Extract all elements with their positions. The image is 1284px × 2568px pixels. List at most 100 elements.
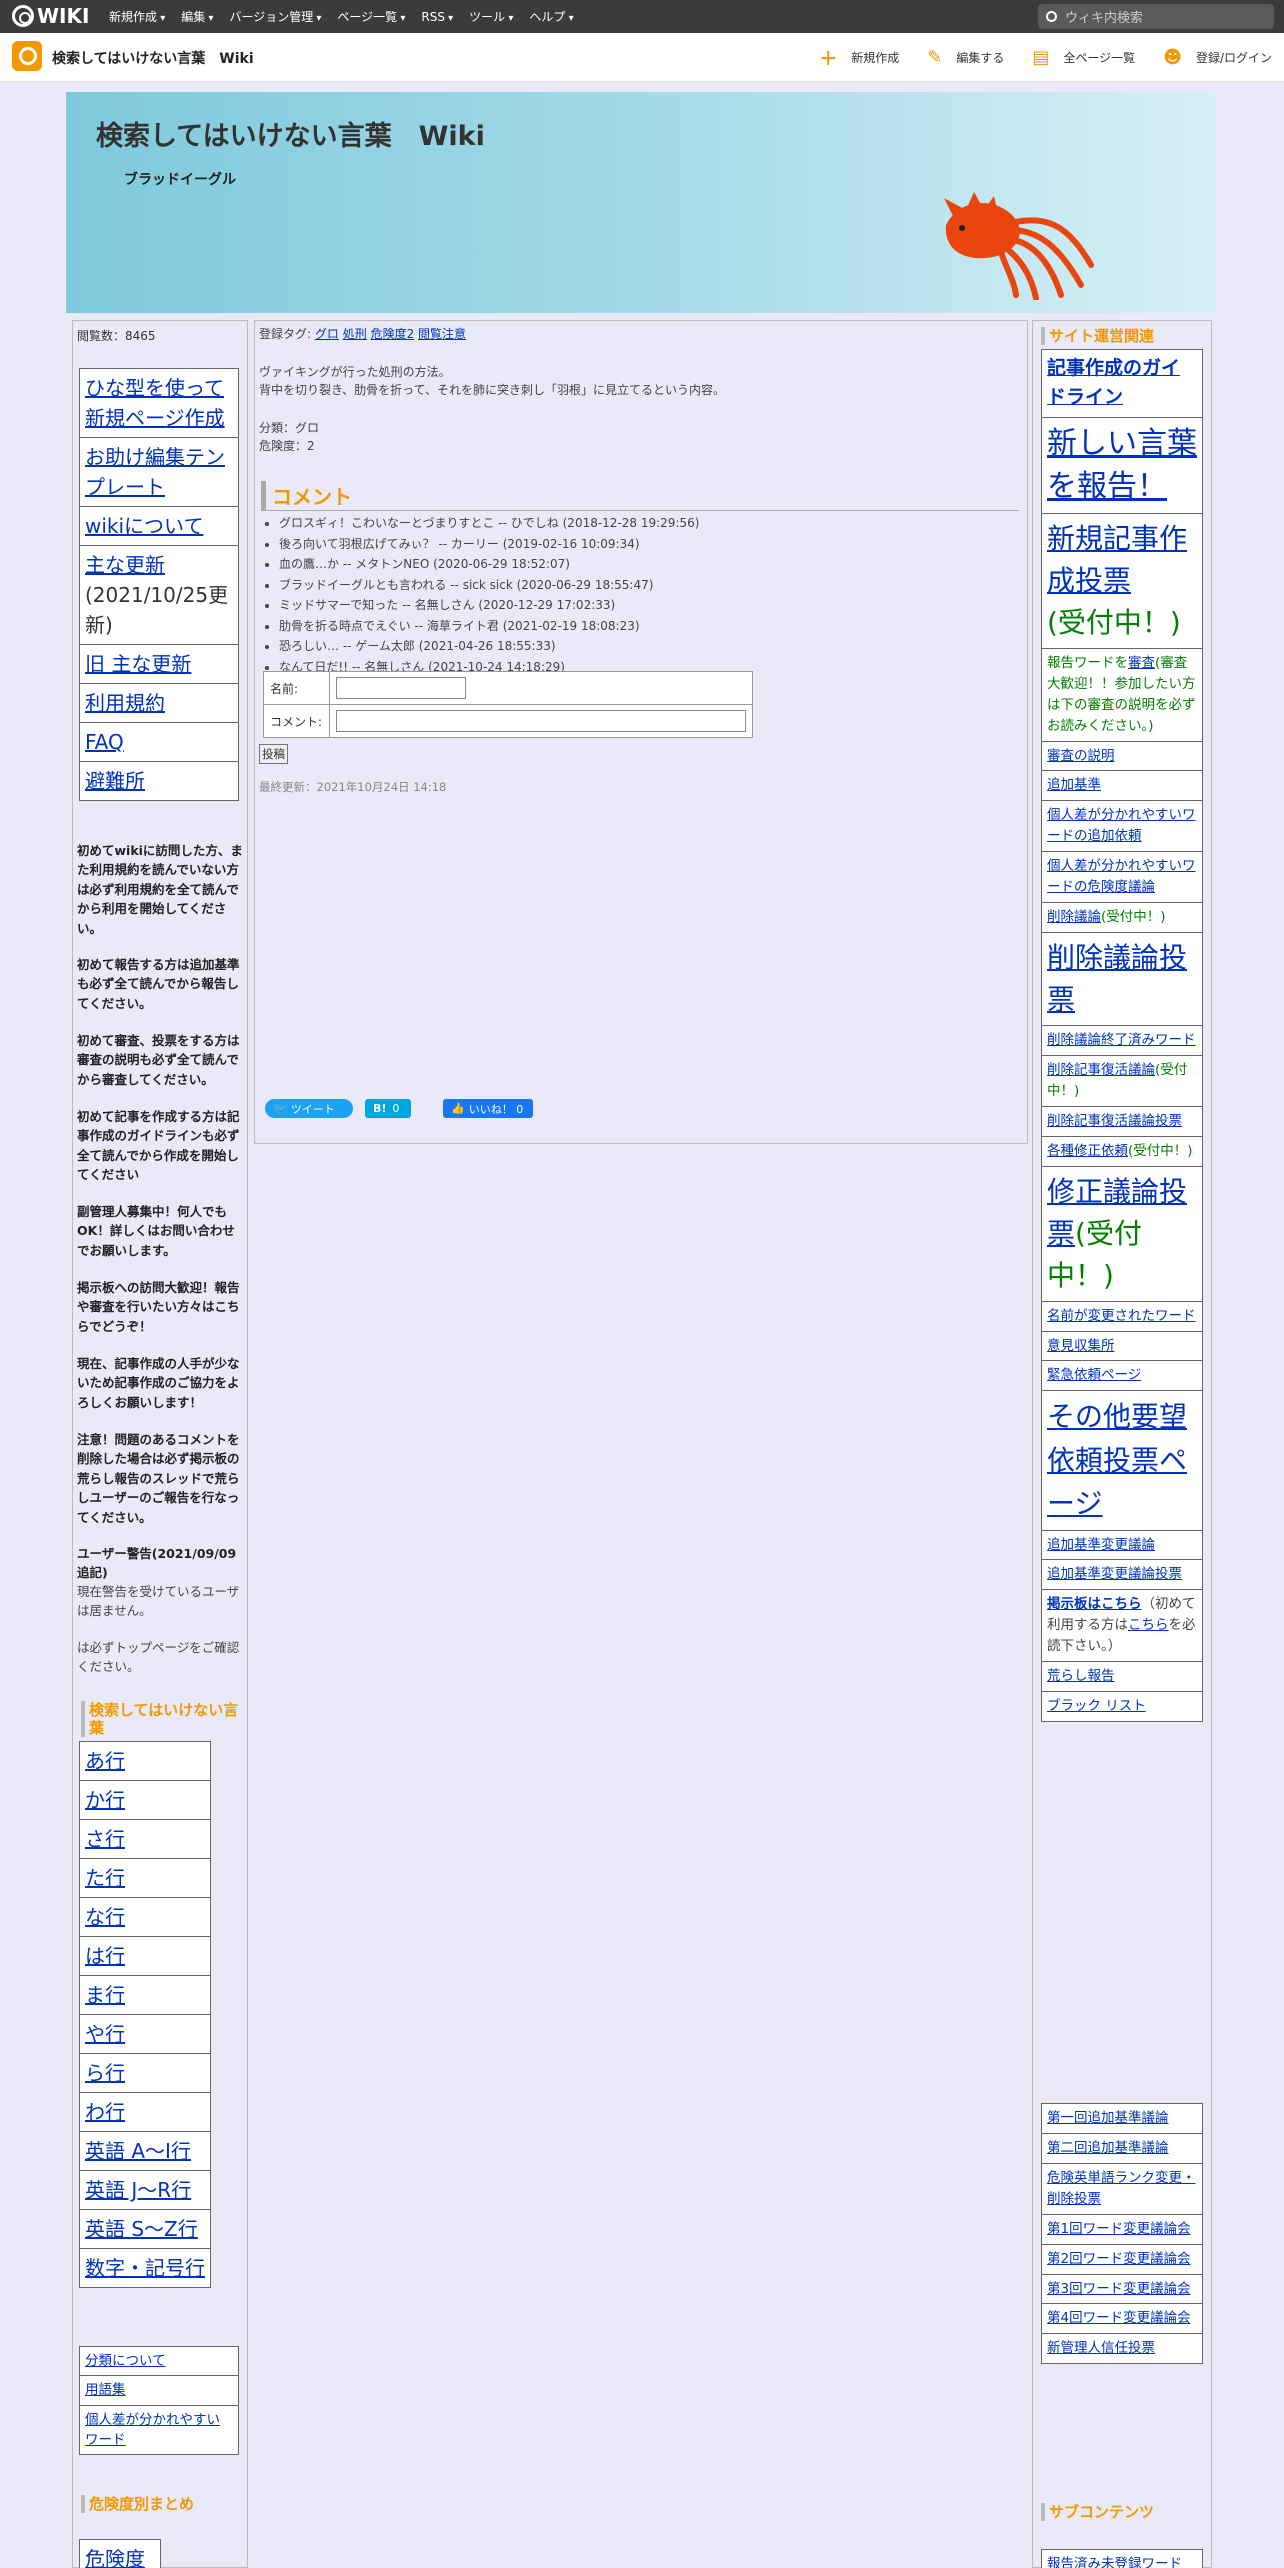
renamed-words-link[interactable]: 名前が変更されたワード	[1047, 1308, 1196, 1324]
section-heading: サブコンテンツ	[1041, 2503, 1205, 2521]
kana-link[interactable]: さ行	[85, 1827, 125, 1851]
wiki-logo-icon[interactable]	[12, 41, 42, 71]
deletion-discussion-link[interactable]: 削除議論	[1047, 909, 1101, 925]
addition-criteria-link[interactable]: 追加基準	[1047, 777, 1101, 793]
danger-level-link[interactable]: 危険度1	[85, 2547, 145, 2568]
menu-version[interactable]: バージョン管理	[229, 8, 321, 25]
kana-link[interactable]: 英語 S〜Z行	[85, 2217, 198, 2241]
wiki-header: 検索してはいけない言葉 Wiki ＋新規作成 ✎ 編集する ▤ 全ページ一覧 ☻ 登録…	[0, 33, 1284, 82]
reported-words-link[interactable]: 報告済み未登録ワード	[1047, 2556, 1182, 2568]
classification-link[interactable]: 分類について	[85, 2353, 166, 2369]
kana-link[interactable]: 英語 J〜R行	[85, 2178, 191, 2202]
at-icon	[12, 5, 34, 27]
edit-template-link[interactable]: お助け編集テンプレート	[85, 445, 225, 499]
deleted-words-link[interactable]: 削除議論終了済みワード	[1047, 1032, 1196, 1048]
edit-button[interactable]: ✎ 編集する	[927, 47, 1004, 68]
section-heading: サイト運営関連	[1041, 327, 1205, 345]
fix-request-link[interactable]: 各種修正依頼	[1047, 1143, 1128, 1159]
menu-rss[interactable]: RSS	[421, 10, 453, 24]
menu-new[interactable]: 新規作成	[109, 8, 165, 25]
new-page-button[interactable]: ＋新規作成	[819, 45, 899, 71]
last-updated: 最終更新：2021年10月24日 14:18	[259, 780, 447, 794]
post-button[interactable]: 投稿	[259, 744, 288, 764]
menu-edit[interactable]: 編集	[181, 8, 213, 25]
individual-word-danger-link[interactable]: 個人差が分かれやすいワードの危険度議論	[1047, 858, 1196, 895]
name-field[interactable]	[336, 677, 466, 699]
restore-discussion-link[interactable]: 削除記事復活議論	[1047, 1062, 1155, 1078]
tag-link[interactable]: グロ	[315, 327, 339, 341]
bbs-link[interactable]: 掲示板はこちら	[1047, 1596, 1142, 1612]
urgent-request-link[interactable]: 緊急依頼ページ	[1047, 1367, 1141, 1383]
discussion-link[interactable]: 第1回ワード変更議論会	[1047, 2221, 1191, 2237]
other-request-link[interactable]: その他要望依頼投票ページ	[1047, 1400, 1187, 1520]
document-icon: ▤	[1032, 47, 1050, 68]
review-link[interactable]: 審査	[1128, 655, 1155, 671]
kana-link[interactable]: あ行	[85, 1749, 125, 1773]
refuge-link[interactable]: 避難所	[85, 769, 145, 793]
kana-link[interactable]: ま行	[85, 1983, 125, 2007]
menu-pages[interactable]: ページ一覧	[337, 8, 405, 25]
search-icon	[1046, 11, 1057, 22]
report-word-link[interactable]: 新しい言葉を報告！	[1047, 426, 1197, 505]
kana-link[interactable]: 英語 A〜I行	[85, 2139, 191, 2163]
wiki-title[interactable]: 検索してはいけない言葉 Wiki	[52, 48, 254, 68]
tweet-button[interactable]: 🐦 ツイート	[265, 1099, 353, 1118]
deletion-vote-link[interactable]: 削除議論投票	[1047, 941, 1187, 1016]
like-button[interactable]: 👍 いいね！ 0	[443, 1099, 533, 1118]
menu-tools[interactable]: ツール	[469, 8, 513, 25]
vandal-report-link[interactable]: 荒らし報告	[1047, 1668, 1115, 1684]
banner-title[interactable]: 検索してはいけない言葉 Wiki	[96, 114, 485, 153]
discussion-link[interactable]: 第3回ワード変更議論会	[1047, 2281, 1191, 2297]
restore-vote-link[interactable]: 削除記事復活議論投票	[1047, 1113, 1182, 1129]
main-content: 登録タグ: グロ 処刑 危険度2 閲覧注意 ヴァイキングが行った処刑の方法。 背…	[254, 320, 1028, 1144]
comment-item: ブラッドイーグルとも言われる -- sick sick (2020-06-29 …	[279, 575, 699, 596]
comment-item: 後ろ向いて羽根広げてみぃ？ -- カーリー (2019-02-16 10:09:…	[279, 534, 699, 555]
kana-link[interactable]: や行	[85, 2022, 125, 2046]
criteria-change-link[interactable]: 追加基準変更議論	[1047, 1537, 1155, 1553]
tag-link[interactable]: 危険度2	[371, 327, 415, 341]
glossary-link[interactable]: 用語集	[85, 2382, 126, 2398]
atwiki-logo[interactable]: WIKI	[12, 4, 89, 28]
faq-link[interactable]: FAQ	[85, 730, 124, 754]
discussion-link[interactable]: 危険英単語ランク変更・削除投票	[1047, 2170, 1196, 2207]
blacklist-link[interactable]: ブラック リスト	[1047, 1698, 1146, 1714]
notice-text: 注意！問題のあるコメントを削除した場合は必ず掲示板の荒らし報告のスレッドで荒らし…	[77, 1432, 240, 1525]
comment-field[interactable]	[336, 710, 746, 732]
about-wiki-link[interactable]: wikiについて	[85, 514, 203, 538]
comment-item: 肋骨を折る時点でえぐい -- 海草ライト君 (2021-02-19 18:08:…	[279, 616, 699, 637]
discussion-link[interactable]: 第4回ワード変更議論会	[1047, 2310, 1191, 2326]
old-updates-link[interactable]: 旧 主な更新	[85, 652, 191, 676]
article-guideline-link[interactable]: 記事作成のガイドライン	[1047, 357, 1180, 408]
new-article-vote-link[interactable]: 新規記事作成投票	[1047, 522, 1187, 597]
kana-link[interactable]: な行	[85, 1905, 125, 1929]
discussion-link[interactable]: 第二回追加基準議論	[1047, 2140, 1169, 2156]
all-pages-button[interactable]: ▤ 全ページ一覧	[1032, 47, 1135, 68]
tag-link[interactable]: 閲覧注意	[418, 327, 466, 341]
comment-item: 恐ろしい… -- ゲーム太郎 (2021-04-26 18:55:33)	[279, 636, 699, 657]
kana-link[interactable]: 数字・記号行	[85, 2256, 205, 2280]
menu-help[interactable]: ヘルプ	[529, 8, 573, 25]
kana-link[interactable]: は行	[85, 1944, 125, 1968]
kana-link[interactable]: た行	[85, 1866, 125, 1890]
hatena-button[interactable]: B! 0	[365, 1099, 411, 1118]
terms-link[interactable]: 利用規約	[85, 691, 165, 715]
danger-level-text: 危険度：2	[259, 439, 315, 453]
opinion-link[interactable]: 意見収集所	[1047, 1338, 1115, 1354]
individual-word-request-link[interactable]: 個人差が分かれやすいワードの追加依頼	[1047, 807, 1196, 844]
login-button[interactable]: ☻ 登録/ログイン	[1163, 47, 1272, 68]
kana-link[interactable]: か行	[85, 1788, 125, 1812]
updates-link[interactable]: 主な更新	[85, 553, 165, 577]
discussion-link[interactable]: 第2回ワード変更議論会	[1047, 2251, 1191, 2267]
discussion-link[interactable]: 第一回追加基準議論	[1047, 2110, 1169, 2126]
kana-link[interactable]: わ行	[85, 2100, 125, 2124]
new-page-template-link[interactable]: ひな型を使って新規ページ作成	[85, 376, 225, 430]
discussion-link[interactable]: 新管理人信任投票	[1047, 2340, 1155, 2356]
criteria-change-vote-link[interactable]: 追加基準変更議論投票	[1047, 1566, 1182, 1582]
notice-text: 掲示板への訪問大歓迎！報告や審査を行いたい方々はこちらでどうぞ！	[77, 1280, 240, 1334]
review-guide-link[interactable]: 審査の説明	[1047, 748, 1115, 764]
bbs-guide-link[interactable]: こちら	[1128, 1617, 1169, 1633]
search-input[interactable]: ウィキ内検索	[1038, 4, 1274, 29]
individual-word-link[interactable]: 個人差が分かれやすいワード	[85, 2412, 220, 2448]
kana-link[interactable]: ら行	[85, 2061, 125, 2085]
tag-link[interactable]: 処刑	[343, 327, 367, 341]
